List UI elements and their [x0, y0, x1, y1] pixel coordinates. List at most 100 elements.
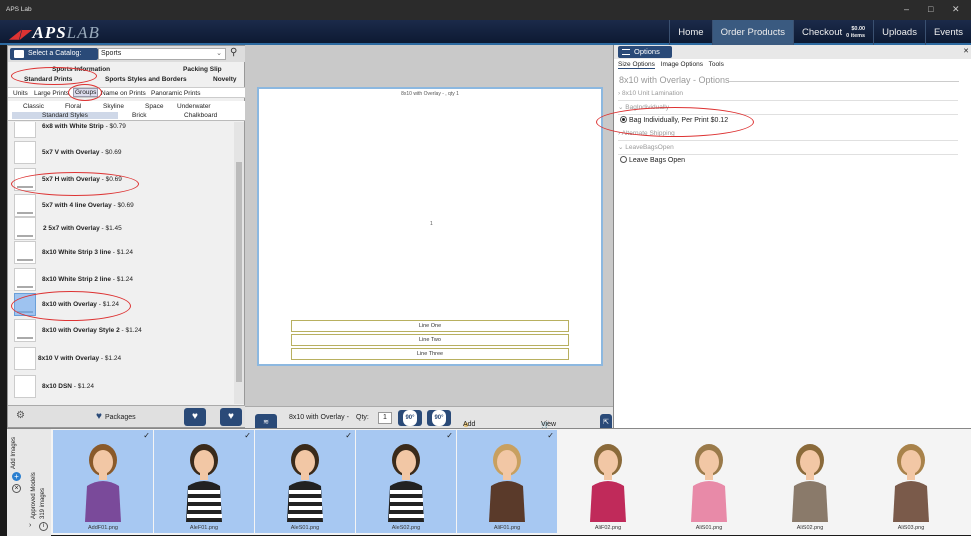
add-images-icon[interactable]: +: [12, 472, 21, 481]
tab-image-options[interactable]: Image Options: [661, 61, 703, 68]
rotate-left-label: 90°: [403, 410, 417, 426]
logo-mark-icon: ◢◤: [10, 27, 31, 41]
chevron-right-icon[interactable]: ›: [29, 522, 31, 529]
tab-standard-styles[interactable]: Standard Styles: [12, 112, 118, 119]
gallery-tile[interactable]: ✓ AleF01.png: [154, 430, 254, 533]
nav-uploads[interactable]: Uploads: [873, 20, 925, 45]
list-item[interactable]: 8x10 with Overlay Style 2 - $1.24: [8, 318, 234, 344]
remove-images-icon[interactable]: ×: [12, 484, 21, 493]
gallery-tile[interactable]: AliS02.png: [760, 430, 860, 533]
list-item[interactable]: 8x10 White Strip 2 line - $1.24: [8, 267, 234, 293]
minimize-button[interactable]: –: [904, 4, 909, 14]
tab-underwater[interactable]: Underwater: [177, 103, 211, 110]
list-item[interactable]: 8x10 V with Overlay - $1.24: [8, 346, 234, 372]
tab-packing-slip[interactable]: Packing Slip: [183, 66, 222, 73]
highlight-ring-8x10-overlay: [11, 291, 131, 321]
gallery-tile[interactable]: ✓ AddF01.png: [53, 430, 153, 533]
gallery-folder-name: Approved Models: [31, 472, 37, 519]
options-button[interactable]: Options: [618, 46, 672, 58]
book-icon: [14, 50, 24, 58]
product-name: 6x8 with White Strip: [42, 123, 104, 130]
tab-large-prints[interactable]: Large Prints: [34, 90, 69, 97]
cart-total: $0.00: [851, 25, 866, 32]
product-price: - $1.24: [111, 249, 134, 256]
nav-events[interactable]: Events: [924, 20, 971, 45]
tab-tools[interactable]: Tools: [709, 61, 724, 68]
person-photo: [792, 444, 828, 522]
gallery-tile[interactable]: AliF02.png: [558, 430, 658, 533]
product-thumbnail: [14, 241, 36, 264]
gear-icon[interactable]: ⚙: [16, 410, 25, 421]
packages-button[interactable]: ♥ Packages: [96, 411, 136, 422]
list-item[interactable]: 5x7 V with Overlay - $0.69: [8, 140, 234, 166]
scrollbar-thumb[interactable]: [236, 162, 242, 382]
packages-label: Packages: [104, 414, 136, 421]
highlight-ring-groups: [68, 84, 102, 101]
window-titlebar: APS Lab – □ ✕: [0, 0, 971, 20]
list-item[interactable]: 2 5x7 with Overlay - $1.45: [8, 216, 234, 242]
search-icon[interactable]: ⚲: [230, 47, 237, 58]
gallery-sidebar: Add Images + × Approved Models 319 image…: [7, 429, 51, 536]
tab-units[interactable]: Units: [13, 90, 28, 97]
rotate-left-button[interactable]: 90°: [398, 410, 422, 426]
tab-size-options[interactable]: Size Options: [618, 61, 655, 69]
tab-novelty[interactable]: Novelty: [213, 76, 236, 83]
text-line-one[interactable]: Line One: [291, 320, 569, 332]
product-label: 2 5x7 with Overlay - $1.45: [43, 225, 122, 232]
section-label: 8x10 Unit Lamination: [621, 90, 684, 97]
qty-input[interactable]: 1: [378, 412, 392, 424]
person-photo: [388, 444, 424, 522]
add-images-label[interactable]: Add Images: [11, 437, 17, 469]
cart-items: 0 items: [846, 32, 866, 39]
list-item[interactable]: 6x8 with White Strip - $0.79: [8, 122, 234, 140]
list-item[interactable]: 8x10 DSN - $1.24: [8, 374, 234, 400]
close-button[interactable]: ✕: [952, 4, 960, 15]
product-price: - $0.79: [103, 123, 126, 130]
gallery-tile[interactable]: ✓ AliF01.png: [457, 430, 557, 533]
tab-sports-styles[interactable]: Sports Styles and Borders: [105, 76, 187, 83]
radio-leave-bags-open[interactable]: Leave Bags Open: [620, 156, 685, 164]
close-panel-icon[interactable]: ✕: [963, 47, 969, 55]
tab-floral[interactable]: Floral: [65, 103, 81, 110]
style-tabs: Classic Floral Skyline Space Underwater …: [8, 101, 246, 121]
tile-filename: AliS02.png: [796, 525, 824, 531]
maximize-button[interactable]: □: [928, 4, 933, 14]
list-item[interactable]: 8x10 White Strip 3 line - $1.24: [8, 240, 234, 266]
select-catalog-button[interactable]: Select a Catalog:: [10, 48, 98, 60]
text-line-two[interactable]: Line Two: [291, 334, 569, 346]
product-thumbnail: [14, 217, 36, 240]
person-photo: [489, 444, 525, 522]
gallery-tile[interactable]: AliS01.png: [659, 430, 759, 533]
tab-classic[interactable]: Classic: [23, 103, 44, 110]
product-label: 6x8 with White Strip - $0.79: [42, 123, 126, 130]
product-label: 8x10 V with Overlay - $1.24: [38, 355, 121, 362]
gallery-tile[interactable]: ✓ AleS01.png: [255, 430, 355, 533]
product-label: 8x10 White Strip 3 line - $1.24: [42, 249, 133, 256]
tab-space[interactable]: Space: [145, 103, 163, 110]
gallery-tile[interactable]: ✓ AleS02.png: [356, 430, 456, 533]
favorite-heart-button[interactable]: ♥: [184, 408, 206, 426]
tab-brick[interactable]: Brick: [132, 112, 146, 119]
tile-filename: AliF01.png: [493, 525, 521, 531]
product-thumbnail: [14, 194, 36, 217]
nav-order-products[interactable]: Order Products: [711, 20, 793, 45]
section-lamination[interactable]: › 8x10 Unit Lamination: [618, 90, 958, 101]
nav-checkout[interactable]: Checkout $0.00 0 items: [792, 20, 873, 45]
print-canvas[interactable]: 8x10 with Overlay - , qty 1 1 Line One L…: [257, 87, 603, 366]
tab-panoramic-prints[interactable]: Panoramic Prints: [151, 90, 201, 97]
gallery-tile[interactable]: AliS03.png: [861, 430, 961, 533]
tab-skyline[interactable]: Skyline: [103, 103, 124, 110]
tile-filename: AddF01.png: [88, 525, 118, 531]
info-icon[interactable]: i: [39, 522, 48, 531]
subcategory-tabs: Units Large Prints Groups Name on Prints…: [8, 87, 246, 98]
tab-chalkboard[interactable]: Chalkboard: [184, 112, 217, 119]
favorites-list-button[interactable]: ♥: [220, 408, 242, 426]
rotate-right-button[interactable]: 90°: [427, 410, 451, 426]
catalog-select[interactable]: Sports ⌄: [98, 48, 226, 60]
tab-name-on-prints[interactable]: Name on Prints: [101, 90, 146, 97]
product-list-scrollbar[interactable]: [234, 122, 244, 404]
select-catalog-label: Select a Catalog:: [28, 50, 82, 57]
text-line-three[interactable]: Line Three: [291, 348, 569, 360]
section-leave-bags-open[interactable]: ⌄ LeaveBagsOpen: [618, 143, 958, 155]
nav-home[interactable]: Home: [669, 20, 711, 45]
